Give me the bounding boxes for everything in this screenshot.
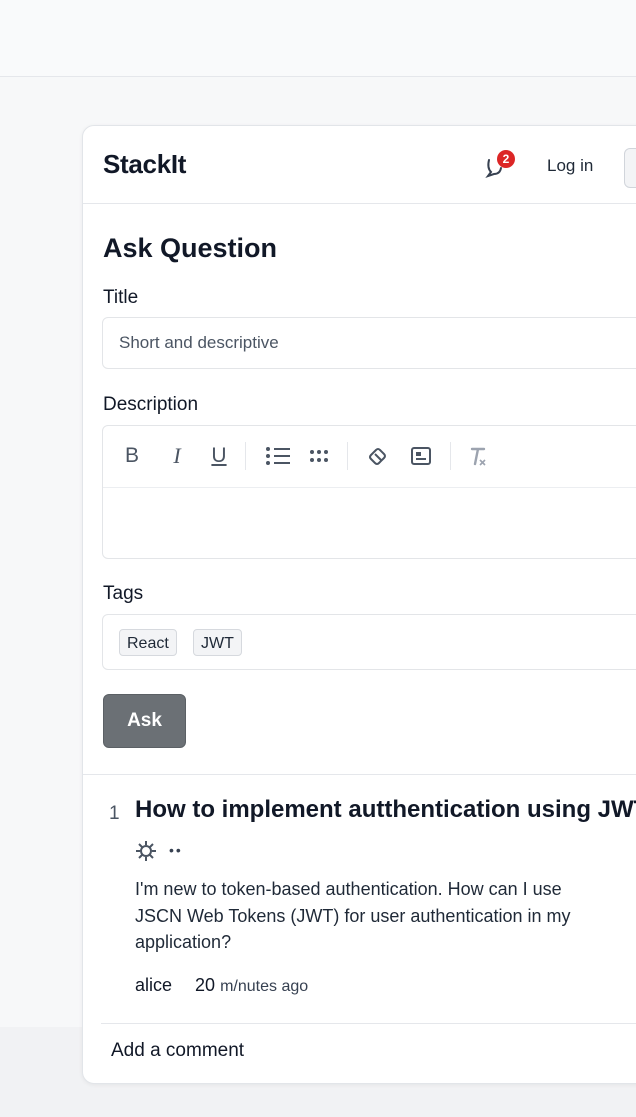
italic-button[interactable]: I [166, 442, 188, 470]
bold-button[interactable]: B [121, 442, 143, 470]
time-unit: m/nutes ago [220, 978, 309, 995]
clear-format-icon [470, 447, 486, 466]
question-icon [135, 840, 157, 867]
description-editor: B I U [102, 425, 636, 559]
link-icon [369, 448, 386, 465]
tags-input[interactable]: React JWT [102, 614, 636, 670]
dotted-list-icon [310, 450, 328, 462]
login-link[interactable]: Log in [547, 156, 593, 176]
question-body: I'm new to token-based authentication. H… [135, 876, 636, 956]
image-icon [411, 447, 431, 465]
page-title: Ask Question [103, 233, 278, 263]
image-button[interactable] [408, 442, 434, 470]
question-meta: alice 20 m/nutes ago [135, 975, 308, 996]
add-comment-input[interactable]: Add a comment [111, 1040, 244, 1062]
question-number: 1 [109, 803, 120, 824]
question-body-line: application? [135, 932, 232, 952]
app-header: StackIt 2 Log in [83, 126, 636, 204]
signup-button[interactable] [624, 148, 636, 188]
bullet-list-icon [266, 447, 290, 465]
toolbar-divider [347, 442, 348, 470]
brand-logo[interactable]: StackIt [103, 149, 186, 180]
top-band [0, 0, 636, 77]
comment-divider [101, 1023, 636, 1024]
description-textarea[interactable] [103, 488, 636, 558]
bullet-list-button[interactable] [263, 442, 293, 470]
question-title[interactable]: How to implement autthentication using J… [135, 796, 636, 824]
question-time: 20 m/nutes ago [195, 975, 308, 995]
gear-icon [136, 841, 156, 861]
notification-badge: 2 [497, 150, 515, 168]
description-label: Description [103, 394, 199, 415]
more-icon[interactable]: •• [169, 842, 183, 858]
tag-chip[interactable]: JWT [193, 629, 242, 656]
title-input[interactable]: Short and descriptive [102, 317, 636, 369]
link-button[interactable] [365, 442, 391, 470]
main-card: StackIt 2 Log in Ask Question Title Shor… [82, 125, 636, 1084]
tag-chip[interactable]: React [119, 629, 177, 656]
editor-toolbar: B I U [103, 426, 636, 488]
question-body-line: I'm new to token-based authentication. H… [135, 879, 562, 899]
notification-button[interactable]: 2 [483, 150, 517, 182]
dotted-list-button[interactable] [306, 442, 332, 470]
question-body-line: JSCN Web Tokens (JWT) for user authentic… [135, 905, 571, 926]
title-placeholder: Short and descriptive [119, 333, 279, 352]
question-author[interactable]: alice [135, 975, 172, 995]
toolbar-divider [245, 442, 246, 470]
underline-button[interactable]: U [207, 442, 231, 470]
section-divider [83, 774, 636, 775]
title-label: Title [103, 287, 139, 308]
time-value: 20 [195, 975, 216, 995]
toolbar-divider [450, 442, 451, 470]
tags-label: Tags [103, 583, 144, 604]
ask-button[interactable]: Ask [103, 694, 186, 748]
clear-format-button[interactable] [465, 442, 491, 470]
